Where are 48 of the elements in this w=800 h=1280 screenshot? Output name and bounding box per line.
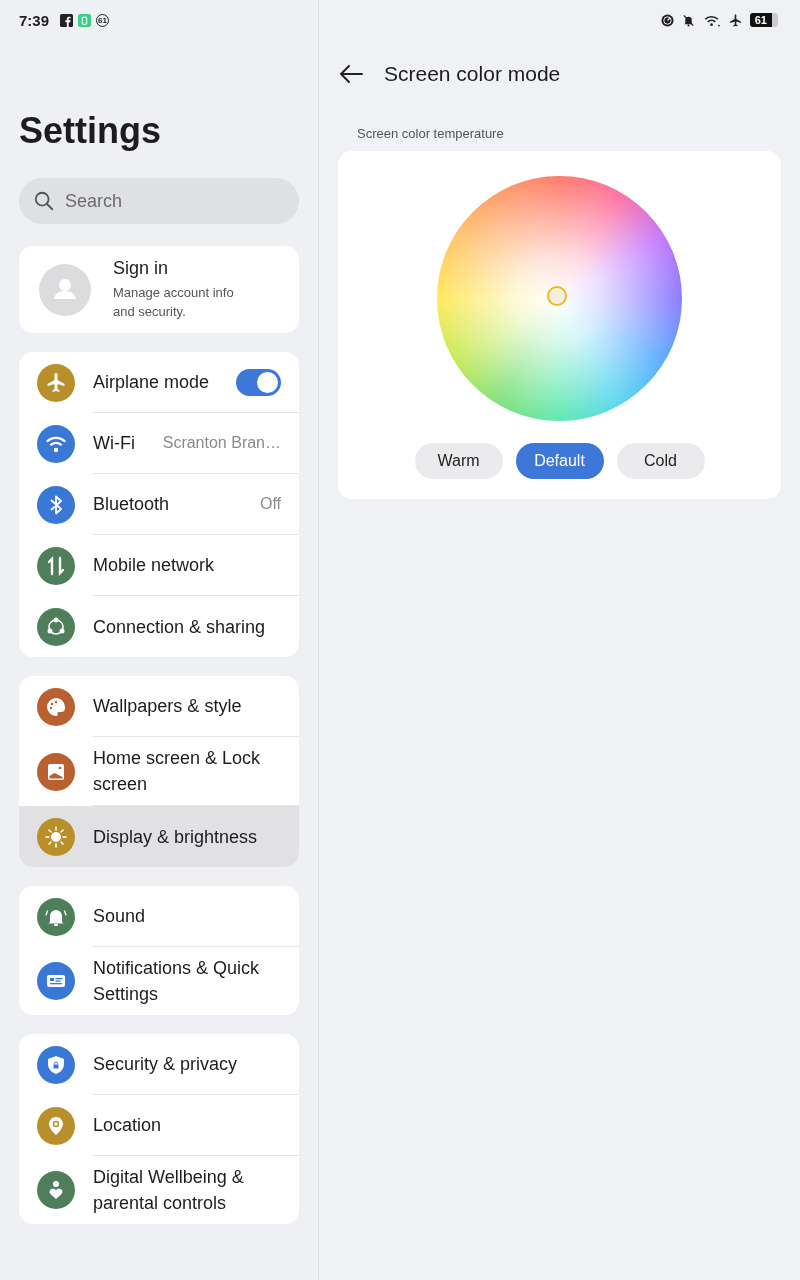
item-label: Wi-Fi bbox=[93, 432, 135, 455]
preset-button[interactable]: Warm bbox=[414, 443, 503, 479]
settings-item[interactable]: Sound bbox=[19, 886, 299, 947]
battery-app-icon bbox=[78, 13, 92, 27]
account-subtitle: Manage account info and security. bbox=[113, 284, 235, 321]
search-field[interactable]: Search bbox=[19, 178, 299, 224]
item-label: Wallpapers & style bbox=[93, 695, 242, 718]
settings-item[interactable]: Mobile network bbox=[19, 535, 299, 596]
settings-item[interactable]: Airplane mode bbox=[19, 352, 299, 413]
back-arrow-icon[interactable] bbox=[338, 64, 364, 84]
item-label: Location bbox=[93, 1114, 162, 1137]
item-label: Sound bbox=[93, 905, 146, 928]
item-label: Bluetooth bbox=[93, 493, 170, 516]
sign-in-label: Sign in bbox=[113, 258, 170, 279]
settings-title: Settings bbox=[19, 110, 162, 152]
item-value: Scranton Bran… bbox=[162, 434, 281, 452]
toggle-switch[interactable] bbox=[236, 368, 281, 396]
gauge-icon bbox=[660, 13, 674, 27]
item-label: Display & brightness bbox=[93, 825, 258, 849]
item-label: Home screen & Lock screen bbox=[93, 747, 262, 796]
status-time: 7:39 bbox=[19, 11, 50, 29]
settings-item[interactable]: Bluetooth Off bbox=[19, 474, 299, 535]
settings-item[interactable]: Location bbox=[19, 1095, 299, 1156]
page-title: Screen color mode bbox=[384, 62, 561, 86]
section-label: Screen color temperature bbox=[357, 126, 505, 141]
preset-button[interactable]: Default bbox=[515, 443, 604, 479]
airplane-icon bbox=[728, 13, 742, 27]
settings-item[interactable]: Digital Wellbeing & parental controls bbox=[19, 1156, 299, 1224]
item-label: Notifications & Quick Settings bbox=[93, 957, 261, 1006]
settings-item[interactable]: Wi-Fi Scranton Bran… bbox=[19, 413, 299, 474]
item-label: Mobile network bbox=[93, 554, 215, 577]
muted-bell-icon bbox=[681, 13, 695, 27]
settings-item[interactable]: Wallpapers & style bbox=[19, 676, 299, 737]
preset-button[interactable]: Cold bbox=[616, 443, 705, 479]
account-card[interactable]: Sign in Manage account info and security. bbox=[19, 246, 299, 333]
item-label: Security & privacy bbox=[93, 1053, 238, 1076]
item-value: Off bbox=[259, 495, 281, 513]
facebook-icon bbox=[60, 13, 74, 27]
settings-item[interactable]: Connection & sharing bbox=[19, 596, 299, 657]
settings-item[interactable]: Notifications & Quick Settings bbox=[19, 947, 299, 1015]
wifi-icon bbox=[702, 13, 721, 27]
item-label: Connection & sharing bbox=[93, 615, 266, 639]
settings-item[interactable]: Security & privacy bbox=[19, 1034, 299, 1095]
item-label: Digital Wellbeing & parental controls bbox=[93, 1166, 245, 1215]
item-label: Airplane mode bbox=[93, 371, 210, 394]
settings-item[interactable]: Display & brightness bbox=[19, 806, 299, 867]
battery-indicator: 61 bbox=[749, 13, 778, 27]
avatar-icon bbox=[39, 263, 91, 316]
